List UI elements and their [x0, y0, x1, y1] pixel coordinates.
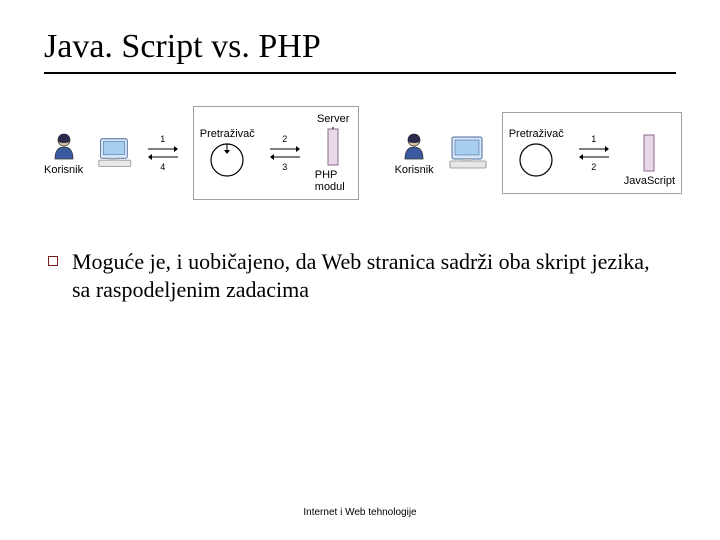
slide-title: Java. Script vs. PHP: [44, 28, 676, 66]
diagram-js: Korisnik Pretraživač 1: [395, 106, 683, 200]
module-label-left: PHP modul: [315, 169, 352, 193]
diagram-row: Korisnik 1 4 Pretraživač: [44, 106, 676, 200]
bullet-square-icon: [48, 256, 58, 266]
user-label-right: Korisnik: [395, 164, 434, 176]
step-3-left: 3: [282, 162, 287, 172]
user-label-left: Korisnik: [44, 164, 83, 176]
module-label-right: JavaScript: [624, 175, 675, 187]
spacer: [648, 119, 651, 131]
browser-circle-icon: [518, 142, 554, 178]
diagram-php: Korisnik 1 4 Pretraživač: [44, 106, 359, 200]
client-box-right: Pretraživač 1 2 JavaScript: [502, 112, 682, 194]
server-box-left: Pretraživač 2 3 Server: [193, 106, 359, 200]
browser-circle-icon: [209, 142, 245, 178]
bullet-item: Moguće je, i uobičajeno, da Web stranica…: [44, 248, 676, 303]
arrow-right-icon: [579, 146, 609, 152]
server-label-left: Server: [317, 113, 349, 125]
step-2-left: 2: [282, 134, 287, 144]
monitor-icon: [97, 133, 133, 173]
js-module-icon: [641, 133, 657, 173]
slide-footer: Internet i Web tehnologije: [0, 507, 720, 518]
user-icon: [50, 131, 78, 161]
user-icon: [400, 131, 428, 161]
arrow-right-icon: [270, 146, 300, 152]
browser-label-right: Pretraživač: [509, 128, 564, 140]
title-divider: [44, 72, 676, 74]
arrow-left-icon: [148, 154, 178, 160]
monitor-icon: [448, 133, 488, 173]
step-1-left: 1: [160, 134, 165, 144]
step-2-right: 2: [591, 162, 596, 172]
arrow-left-icon: [579, 154, 609, 160]
server-module-icon: [325, 127, 341, 167]
bullet-text: Moguće je, i uobičajeno, da Web stranica…: [72, 248, 672, 303]
step-4-left: 4: [160, 162, 165, 172]
browser-label-left: Pretraživač: [200, 128, 255, 140]
arrow-left-icon: [270, 154, 300, 160]
arrow-right-icon: [148, 146, 178, 152]
step-1-right: 1: [591, 134, 596, 144]
